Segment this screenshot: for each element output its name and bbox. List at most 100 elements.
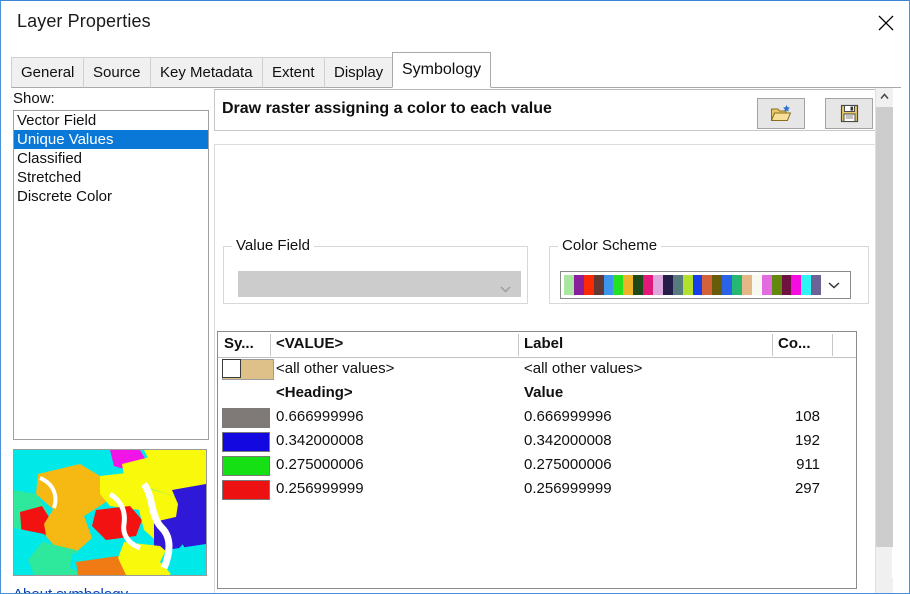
symbol-swatch[interactable] [222, 359, 274, 380]
symbol-swatch[interactable] [222, 456, 270, 476]
chevron-down-icon [500, 280, 511, 298]
table-row[interactable]: <Heading> Value [218, 382, 856, 406]
layer-properties-dialog: Layer Properties General Source Key Meta… [0, 0, 910, 594]
color-ramp-segment [742, 275, 752, 295]
color-ramp-segment [613, 275, 624, 295]
show-item-vector-field[interactable]: Vector Field [14, 111, 208, 130]
color-ramp-segment [791, 275, 802, 295]
color-ramp-segment [811, 275, 821, 295]
folder-open-icon[interactable] [757, 98, 805, 129]
cell-value: 0.256999999 [276, 480, 364, 497]
table-row[interactable]: 0.666999996 0.666999996 108 [218, 406, 856, 430]
table-row[interactable]: 0.342000008 0.342000008 192 [218, 430, 856, 454]
about-symbology-link[interactable]: About symbology [13, 586, 128, 593]
column-divider[interactable] [832, 334, 833, 356]
show-item-stretched[interactable]: Stretched [14, 168, 208, 187]
column-divider[interactable] [772, 334, 773, 356]
cell-count: 911 [796, 456, 820, 473]
symbology-panel: Draw raster assigning a color to each va… [214, 88, 894, 593]
cell-count: 297 [794, 480, 820, 497]
color-ramp-segment [702, 275, 713, 295]
column-divider[interactable] [270, 334, 271, 356]
unique-values-table[interactable]: Sy... <VALUE> Label Co... <all other val… [217, 331, 857, 589]
page-title: Layer Properties [17, 11, 151, 31]
column-header-symbol[interactable]: Sy... [224, 335, 254, 352]
tab-symbology[interactable]: Symbology [392, 52, 492, 88]
table-header-row: Sy... <VALUE> Label Co... [218, 332, 856, 358]
dialog-body: Show: Vector Field Unique Values Classif… [1, 88, 909, 593]
scroll-up-arrow-icon[interactable] [876, 88, 893, 105]
cell-label: 0.256999999 [524, 480, 612, 497]
symbol-swatch[interactable] [222, 480, 270, 500]
show-item-discrete-color[interactable]: Discrete Color [14, 187, 208, 206]
cell-value: <Heading> [276, 384, 353, 401]
cell-label: 0.666999996 [524, 408, 612, 425]
table-row[interactable]: 0.256999999 0.256999999 297 [218, 478, 856, 502]
color-ramp-segment [722, 275, 733, 295]
color-ramp-segment [603, 275, 614, 295]
color-ramp-segment [682, 275, 693, 295]
cell-label: <all other values> [524, 360, 643, 377]
color-ramp-segment [761, 275, 772, 295]
color-ramp-segment [801, 275, 812, 295]
symbol-swatch[interactable] [222, 408, 270, 428]
symbol-swatch[interactable] [222, 432, 270, 452]
table-row[interactable]: <all other values> <all other values> [218, 358, 856, 382]
value-field-group: Value Field [223, 237, 528, 304]
color-ramp-segment [593, 275, 604, 295]
cell-value: <all other values> [276, 360, 395, 377]
panel-header-title: Draw raster assigning a color to each va… [222, 100, 552, 117]
symbology-content: Value Field Color Scheme Sy... <VALUE> L… [214, 144, 882, 593]
cell-label: 0.275000006 [524, 456, 612, 473]
title-bar: Layer Properties [1, 1, 909, 45]
color-ramp-segment [692, 275, 703, 295]
color-ramp-segment [781, 275, 792, 295]
show-item-classified[interactable]: Classified [14, 149, 208, 168]
cell-value: 0.275000006 [276, 456, 364, 473]
tab-display[interactable]: Display [324, 57, 394, 88]
symbology-preview-thumbnail [13, 449, 207, 576]
tab-bar: General Source Key Metadata Extent Displ… [1, 45, 909, 88]
color-ramp-segment [653, 275, 663, 295]
tab-extent[interactable]: Extent [262, 57, 325, 88]
color-scheme-select[interactable] [560, 271, 851, 299]
column-header-label[interactable]: Label [524, 335, 563, 352]
color-scheme-legend: Color Scheme [558, 237, 662, 254]
color-scheme-group: Color Scheme [549, 237, 869, 304]
color-ramp-segment [672, 275, 683, 295]
value-field-select[interactable] [238, 271, 521, 297]
color-ramp-segment [623, 275, 634, 295]
color-ramp-segment [751, 275, 762, 295]
show-label: Show: [13, 90, 55, 107]
chevron-down-icon [821, 275, 847, 295]
color-ramp-segment [643, 275, 654, 295]
color-ramp-segment [712, 275, 723, 295]
vertical-scrollbar[interactable] [875, 88, 893, 593]
color-ramp-segment [633, 275, 644, 295]
value-field-legend: Value Field [232, 237, 314, 254]
cell-value: 0.666999996 [276, 408, 364, 425]
cell-count: 192 [794, 432, 820, 449]
scrollbar-thumb[interactable] [876, 107, 893, 547]
color-ramp-preview [564, 275, 821, 295]
cell-value: 0.342000008 [276, 432, 364, 449]
column-divider[interactable] [518, 334, 519, 356]
tab-source[interactable]: Source [83, 57, 151, 88]
cell-label: 0.342000008 [524, 432, 612, 449]
show-list[interactable]: Vector Field Unique Values Classified St… [13, 110, 209, 440]
show-item-unique-values[interactable]: Unique Values [14, 130, 208, 149]
table-row[interactable]: 0.275000006 0.275000006 911 [218, 454, 856, 478]
tab-general[interactable]: General [11, 57, 85, 88]
cell-label: Value [524, 384, 564, 401]
row-checkbox[interactable] [222, 359, 241, 378]
panel-header: Draw raster assigning a color to each va… [214, 89, 882, 131]
column-header-count[interactable]: Co... [778, 335, 811, 352]
column-header-value[interactable]: <VALUE> [276, 335, 343, 352]
close-icon[interactable] [863, 1, 909, 44]
color-ramp-segment [771, 275, 782, 295]
scroll-down-arrow-icon[interactable] [876, 578, 893, 593]
save-floppy-icon[interactable] [825, 98, 873, 129]
color-ramp-segment [732, 275, 743, 295]
color-ramp-segment [564, 275, 574, 295]
tab-key-metadata[interactable]: Key Metadata [150, 57, 263, 88]
